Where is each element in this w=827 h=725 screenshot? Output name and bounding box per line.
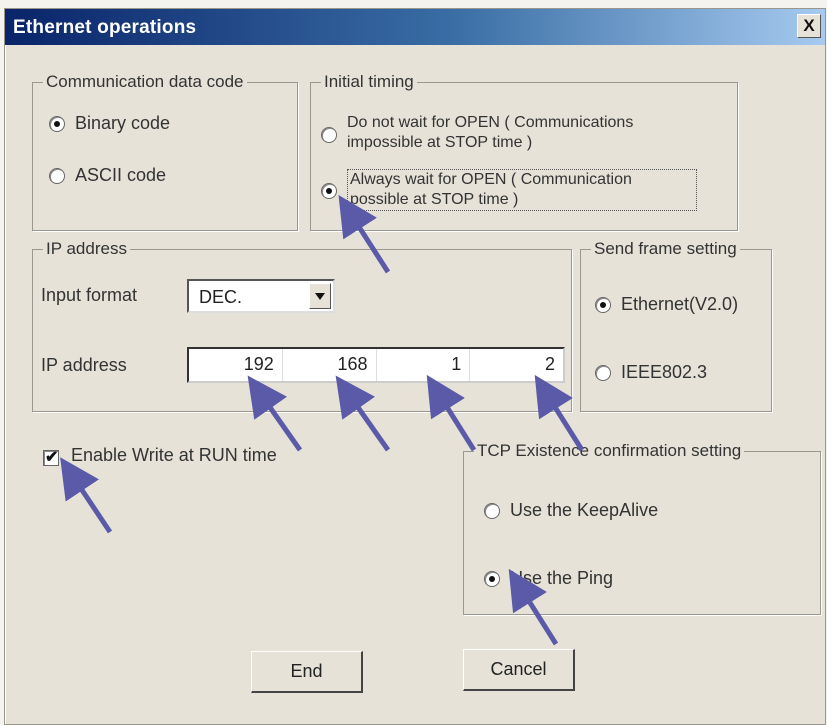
- ip-octet-2[interactable]: 168: [283, 349, 377, 381]
- input-format-label: Input format: [41, 285, 138, 305]
- enable-write-checkbox[interactable]: ✔: [43, 449, 59, 466]
- always-wait-label-line2: possible at STOP time ): [350, 191, 519, 208]
- ethernet-v2-label: Ethernet(V2.0): [621, 294, 739, 314]
- do-not-wait-label-line1: Do not wait for OPEN ( Communications: [347, 114, 634, 131]
- ip-octet-3[interactable]: 1: [377, 349, 471, 381]
- do-not-wait-radio[interactable]: [321, 127, 337, 143]
- keepalive-option[interactable]: Use the KeepAlive: [484, 500, 658, 521]
- title-bar[interactable]: Ethernet operations X: [5, 9, 825, 45]
- initial-timing-group: Initial timing Do not wait for OPEN ( Co…: [310, 72, 738, 231]
- ip-address-legend: IP address: [43, 239, 130, 259]
- ping-radio[interactable]: [484, 571, 500, 587]
- do-not-wait-label-line2: impossible at STOP time ): [347, 134, 533, 151]
- communication-data-code-legend: Communication data code: [43, 72, 247, 92]
- always-wait-option[interactable]: Always wait for OPEN ( Communication pos…: [321, 169, 697, 211]
- ieee8023-option[interactable]: IEEE802.3: [595, 362, 707, 383]
- always-wait-label-line1: Always wait for OPEN ( Communication: [350, 171, 632, 188]
- ascii-code-radio[interactable]: [49, 168, 65, 184]
- ethernet-v2-radio[interactable]: [595, 297, 611, 313]
- tcp-existence-legend: TCP Existence confirmation setting: [474, 441, 745, 461]
- ping-option[interactable]: Use the Ping: [484, 568, 613, 589]
- ip-octet-1[interactable]: 192: [189, 349, 283, 381]
- ip-address-group: IP address: [32, 239, 572, 412]
- ascii-code-label: ASCII code: [75, 165, 167, 185]
- ip-octet-4[interactable]: 2: [470, 349, 563, 381]
- ping-label: Use the Ping: [510, 568, 614, 588]
- chevron-down-icon[interactable]: [309, 283, 331, 309]
- input-format-value: DEC.: [199, 287, 243, 307]
- ieee8023-radio[interactable]: [595, 365, 611, 381]
- tcp-existence-group: TCP Existence confirmation setting Use t…: [463, 441, 821, 615]
- do-not-wait-option[interactable]: Do not wait for OPEN ( Communications im…: [321, 113, 633, 153]
- ip-address-input[interactable]: 192 168 1 2: [187, 347, 565, 383]
- ip-address-label: IP address: [41, 355, 127, 375]
- ascii-code-option[interactable]: ASCII code: [49, 165, 166, 186]
- send-frame-setting-group: Send frame setting Ethernet(V2.0) IEEE80…: [580, 239, 772, 412]
- checkmark-icon: ✔: [45, 449, 59, 466]
- ieee8023-label: IEEE802.3: [621, 362, 708, 382]
- ethernet-operations-dialog: Ethernet operations X Communication data…: [4, 8, 826, 725]
- cancel-button[interactable]: Cancel: [463, 649, 575, 691]
- binary-code-label: Binary code: [75, 113, 171, 133]
- binary-code-radio[interactable]: [49, 116, 65, 132]
- input-format-select[interactable]: DEC.: [187, 279, 335, 313]
- communication-data-code-group: Communication data code Binary code ASCI…: [32, 72, 298, 231]
- binary-code-option[interactable]: Binary code: [49, 113, 170, 134]
- keepalive-radio[interactable]: [484, 503, 500, 519]
- close-button[interactable]: X: [797, 14, 821, 38]
- end-button[interactable]: End: [251, 651, 363, 693]
- send-frame-setting-legend: Send frame setting: [591, 239, 740, 259]
- close-icon: X: [803, 16, 815, 35]
- window-title: Ethernet operations: [13, 17, 197, 38]
- keepalive-label: Use the KeepAlive: [510, 500, 659, 520]
- enable-write-label: Enable Write at RUN time: [71, 445, 277, 465]
- ethernet-v2-option[interactable]: Ethernet(V2.0): [595, 294, 738, 315]
- initial-timing-legend: Initial timing: [321, 72, 417, 92]
- always-wait-radio[interactable]: [321, 183, 337, 199]
